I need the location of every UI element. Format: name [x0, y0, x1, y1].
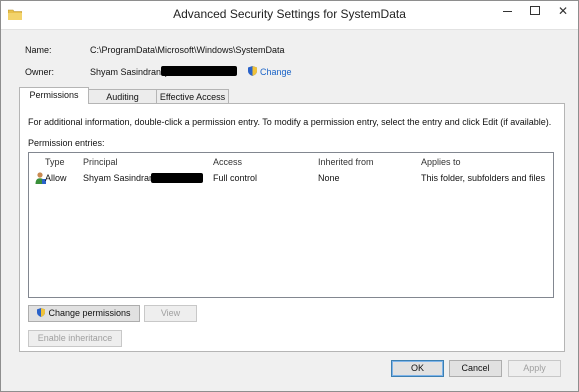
title-bar: Advanced Security Settings for SystemDat… — [1, 1, 578, 30]
column-header-applies-to[interactable]: Applies to — [421, 157, 461, 167]
ok-button[interactable]: OK — [391, 360, 444, 377]
change-owner-link[interactable]: Change — [260, 67, 292, 77]
name-label: Name: — [25, 45, 52, 55]
permissions-panel: For additional information, double-click… — [19, 103, 565, 352]
column-header-type[interactable]: Type — [45, 157, 65, 167]
column-header-principal[interactable]: Principal — [83, 157, 118, 167]
row-access: Full control — [213, 173, 258, 183]
shield-icon — [248, 66, 257, 76]
close-icon: ✕ — [557, 4, 569, 18]
owner-value: Shyam Sasindran ( — [90, 67, 167, 77]
owner-label: Owner: — [25, 67, 55, 77]
permission-entries-label: Permission entries: — [28, 138, 105, 148]
row-applies-to: This folder, subfolders and files — [421, 173, 546, 183]
maximize-button[interactable] — [521, 1, 549, 23]
info-text: For additional information, double-click… — [28, 117, 552, 127]
principal-redaction — [151, 173, 203, 183]
row-inherited-from: None — [318, 173, 340, 183]
window-title: Advanced Security Settings for SystemDat… — [173, 7, 406, 21]
tab-permissions[interactable]: Permissions — [19, 87, 89, 104]
maximize-icon — [530, 6, 540, 16]
minimize-button[interactable] — [493, 1, 521, 23]
advanced-security-settings-window: Advanced Security Settings for SystemDat… — [0, 0, 579, 392]
minimize-icon — [502, 11, 512, 13]
name-value: C:\ProgramData\Microsoft\Windows\SystemD… — [90, 45, 285, 55]
enable-inheritance-button[interactable]: Enable inheritance — [28, 330, 122, 347]
view-button[interactable]: View — [144, 305, 197, 322]
close-button[interactable]: ✕ — [549, 1, 577, 23]
column-header-inherited-from[interactable]: Inherited from — [318, 157, 374, 167]
cancel-button[interactable]: Cancel — [449, 360, 502, 377]
owner-redaction — [161, 66, 237, 76]
tab-auditing[interactable]: Auditing — [88, 89, 157, 104]
tab-effective-access[interactable]: Effective Access — [156, 89, 229, 104]
permission-entries-list[interactable]: Type Principal Access Inherited from App… — [28, 152, 554, 298]
row-type: Allow — [45, 173, 67, 183]
apply-button[interactable]: Apply — [508, 360, 561, 377]
change-permissions-label: Change permissions — [48, 308, 131, 318]
column-header-access[interactable]: Access — [213, 157, 242, 167]
shield-icon — [37, 308, 46, 318]
row-principal: Shyam Sasindran ( — [83, 173, 160, 183]
change-permissions-button[interactable]: Change permissions — [28, 305, 140, 322]
